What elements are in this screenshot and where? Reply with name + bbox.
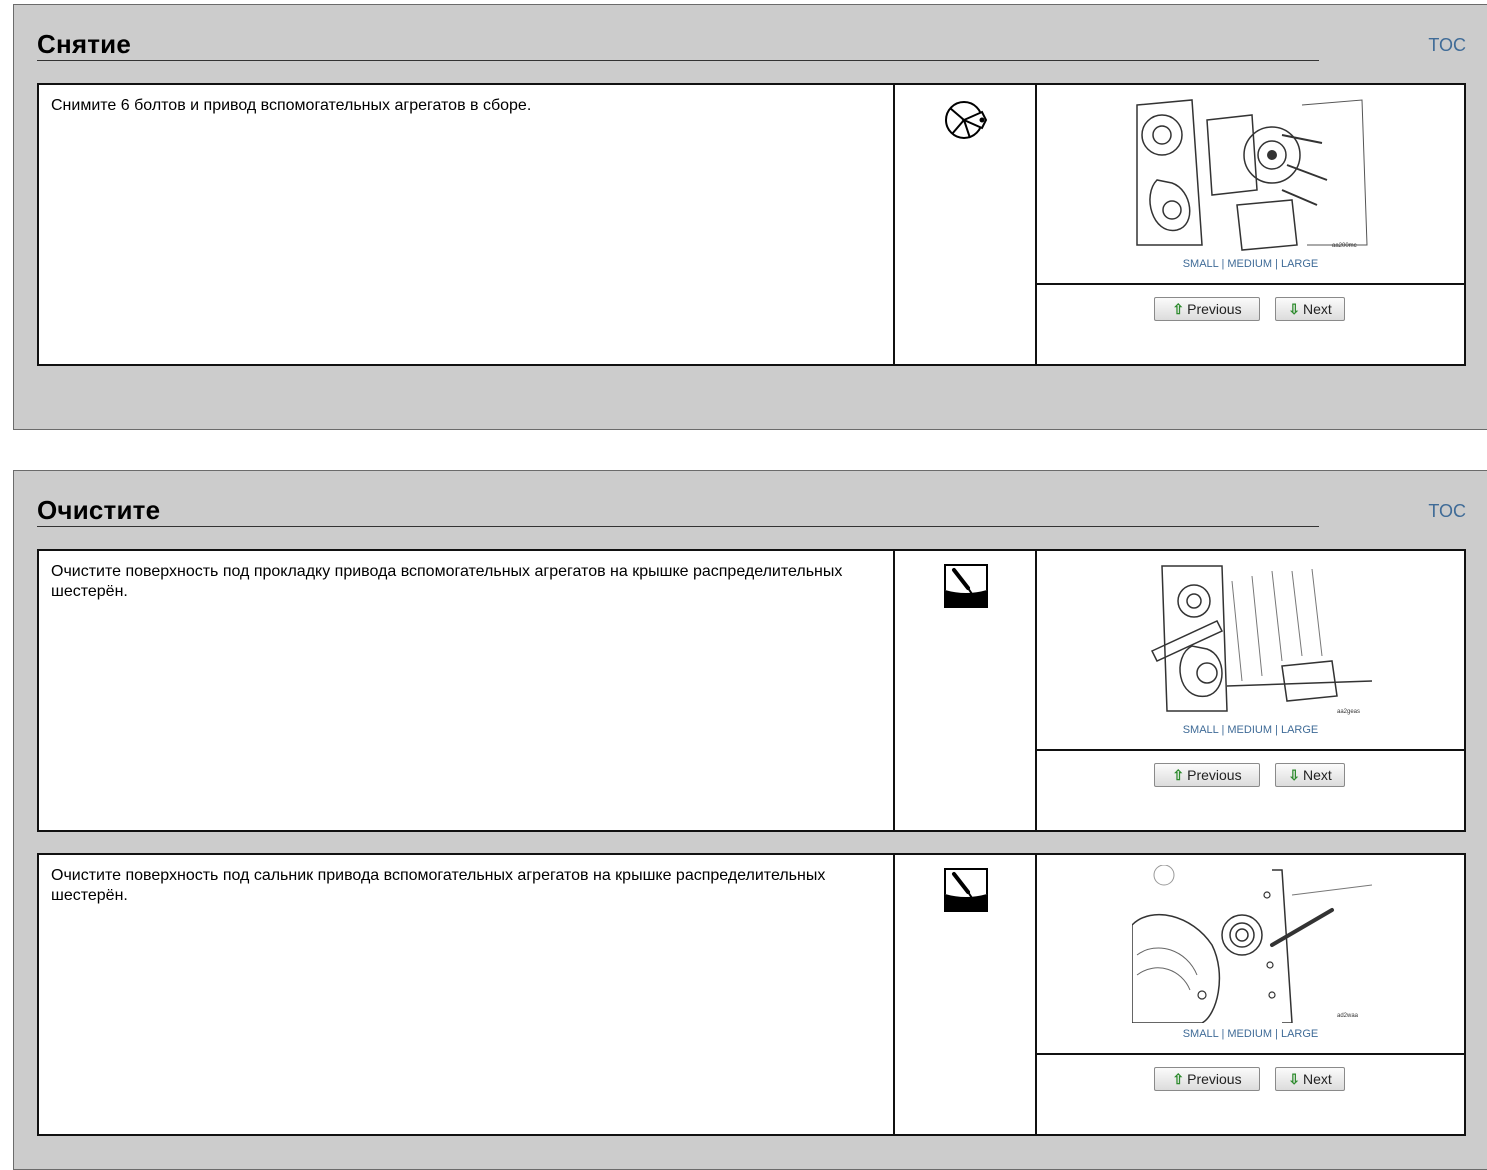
step-row: Очистите поверхность под сальник привода… [37,853,1466,1136]
arrow-down-icon: ⇩ [1288,301,1300,317]
size-large-link[interactable]: LARGE [1281,258,1318,270]
section-title: Очистите [37,495,161,525]
step-instruction: Снимите 6 болтов и привод вспомогательны… [39,85,895,364]
scraper-clean-icon [944,564,988,608]
figure-cell: ad2waa SMALL | MEDIUM | LARGE [1037,855,1464,1055]
figure-cell: aa2geas SMALL | MEDIUM | LARGE [1037,551,1464,751]
previous-button[interactable]: ⇧ Previous [1154,763,1260,787]
next-button[interactable]: ⇩ Next [1275,763,1345,787]
section-divider [37,526,1319,527]
next-label: Next [1302,767,1332,783]
size-medium-link[interactable]: MEDIUM [1227,724,1272,736]
size-small-link[interactable]: SMALL [1183,724,1219,736]
previous-label: Previous [1187,301,1242,317]
previous-label: Previous [1187,1071,1242,1087]
size-small-link[interactable]: SMALL [1183,258,1219,270]
arrow-up-icon: ⇧ [1172,767,1185,783]
previous-button[interactable]: ⇧ Previous [1154,1067,1260,1091]
previous-label: Previous [1187,767,1242,783]
figure-code: aa2geas [1337,709,1360,715]
figure-code: aa200mc [1332,243,1357,249]
size-links: SMALL | MEDIUM | LARGE [1182,724,1319,736]
size-links: SMALL | MEDIUM | LARGE [1182,1028,1319,1040]
remove-tool-icon [945,101,988,139]
step-instruction: Очистите поверхность под прокладку приво… [39,551,895,830]
step-row: Очистите поверхность под прокладку приво… [37,549,1466,832]
section-divider [37,60,1319,61]
scraper-clean-icon [944,868,988,912]
next-button[interactable]: ⇩ Next [1275,1067,1345,1091]
step-icon-cell [895,85,1037,364]
next-label: Next [1302,301,1332,317]
section-clean: Очистите TOC Очистите поверхность под пр… [13,470,1487,1170]
nav-cell: ⇧ Previous ⇩ Next [1037,285,1464,364]
step-instruction: Очистите поверхность под сальник привода… [39,855,895,1134]
figure-code: ad2waa [1337,1013,1359,1019]
step-row: Снимите 6 болтов и привод вспомогательны… [37,83,1466,366]
next-button[interactable]: ⇩ Next [1275,297,1345,321]
toc-link[interactable]: TOC [1428,501,1466,522]
gear-cover-gasket-surface-illustration[interactable]: aa2geas [1132,561,1372,719]
arrow-up-icon: ⇧ [1172,301,1185,317]
section-removal: Снятие TOC Снимите 6 болтов и привод всп… [13,4,1487,430]
size-large-link[interactable]: LARGE [1281,1028,1318,1040]
nav-cell: ⇧ Previous ⇩ Next [1037,1055,1464,1134]
previous-button[interactable]: ⇧ Previous [1154,297,1260,321]
size-links: SMALL | MEDIUM | LARGE [1182,258,1319,270]
next-label: Next [1302,1071,1332,1087]
nav-cell: ⇧ Previous ⇩ Next [1037,751,1464,830]
size-medium-link[interactable]: MEDIUM [1227,1028,1272,1040]
size-medium-link[interactable]: MEDIUM [1227,258,1272,270]
gear-cover-seal-surface-illustration[interactable]: ad2waa [1132,865,1372,1023]
size-small-link[interactable]: SMALL [1183,1028,1219,1040]
engine-gear-housing-illustration[interactable]: aa200mc [1132,95,1372,253]
arrow-down-icon: ⇩ [1288,767,1300,783]
step-icon-cell [895,551,1037,830]
arrow-down-icon: ⇩ [1288,1071,1300,1087]
figure-cell: aa200mc SMALL | MEDIUM | LARGE [1037,85,1464,285]
section-title: Снятие [37,29,132,59]
arrow-up-icon: ⇧ [1172,1071,1185,1087]
toc-link[interactable]: TOC [1428,35,1466,56]
size-large-link[interactable]: LARGE [1281,724,1318,736]
step-icon-cell [895,855,1037,1134]
